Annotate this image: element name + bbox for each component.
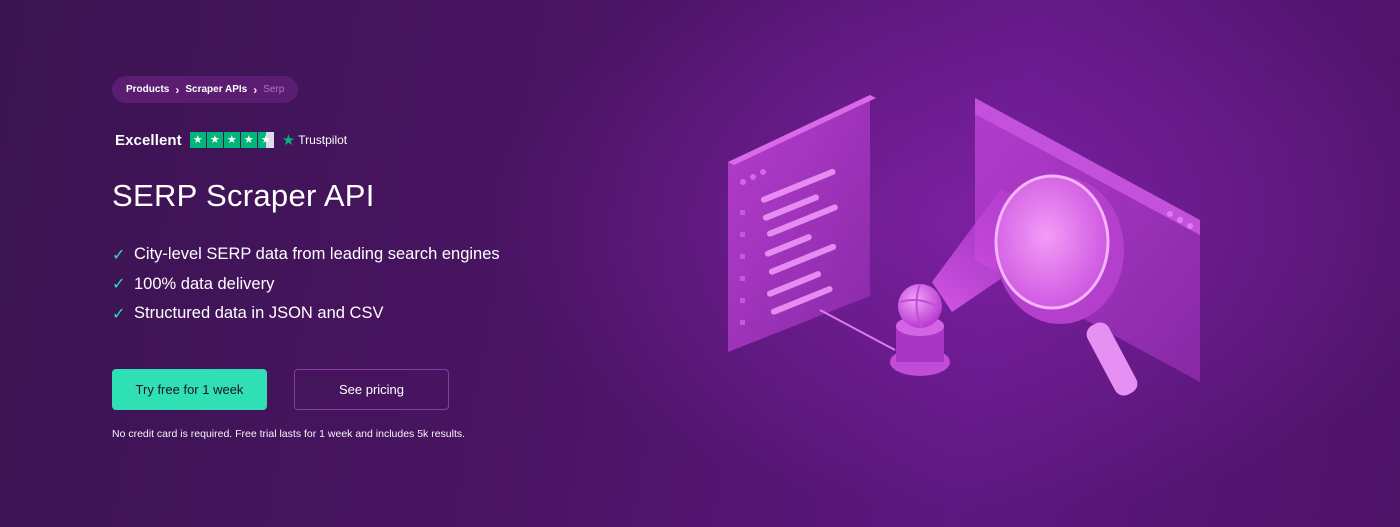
star-half-icon: ★ [257,132,274,148]
page-title: SERP Scraper API [112,178,375,213]
trustpilot-name: Trustpilot [298,133,348,147]
magnifier-illustration [728,95,1200,396]
breadcrumb-item-products[interactable]: Products [126,84,169,95]
feature-text: 100% data delivery [134,274,275,293]
chevron-right-icon: › [253,82,258,97]
see-pricing-button[interactable]: See pricing [294,369,449,410]
trustpilot-star-icon: ★ [281,132,296,149]
trustpilot-rating[interactable]: Excellent ★ ★ ★ ★ ★ ★ Trustpilot [115,131,347,150]
star-icon: ★ [206,132,223,148]
star-icon: ★ [223,132,240,148]
rating-stars: ★ ★ ★ ★ ★ [189,132,274,148]
feature-text: Structured data in JSON and CSV [134,304,384,323]
breadcrumb-item-current: Serp [263,84,285,95]
feature-text: City-level SERP data from leading search… [134,245,500,264]
check-icon: ✓ [112,246,126,264]
chevron-right-icon: › [175,82,180,97]
trial-note: No credit card is required. Free trial l… [112,428,466,440]
feature-item: ✓ Structured data in JSON and CSV [112,299,500,329]
check-icon: ✓ [112,305,126,323]
breadcrumb-item-scraper-apis[interactable]: Scraper APIs [185,84,247,95]
check-icon: ✓ [112,276,126,294]
star-icon: ★ [189,132,206,148]
try-free-button[interactable]: Try free for 1 week [112,369,267,410]
rating-label: Excellent [115,131,182,149]
feature-list: ✓ City-level SERP data from leading sear… [112,240,500,329]
feature-item: ✓ 100% data delivery [112,270,500,300]
trustpilot-logo: ★ Trustpilot [282,131,347,149]
feature-item: ✓ City-level SERP data from leading sear… [112,240,500,270]
star-icon: ★ [240,132,257,148]
breadcrumb: Products › Scraper APIs › Serp [112,76,299,103]
